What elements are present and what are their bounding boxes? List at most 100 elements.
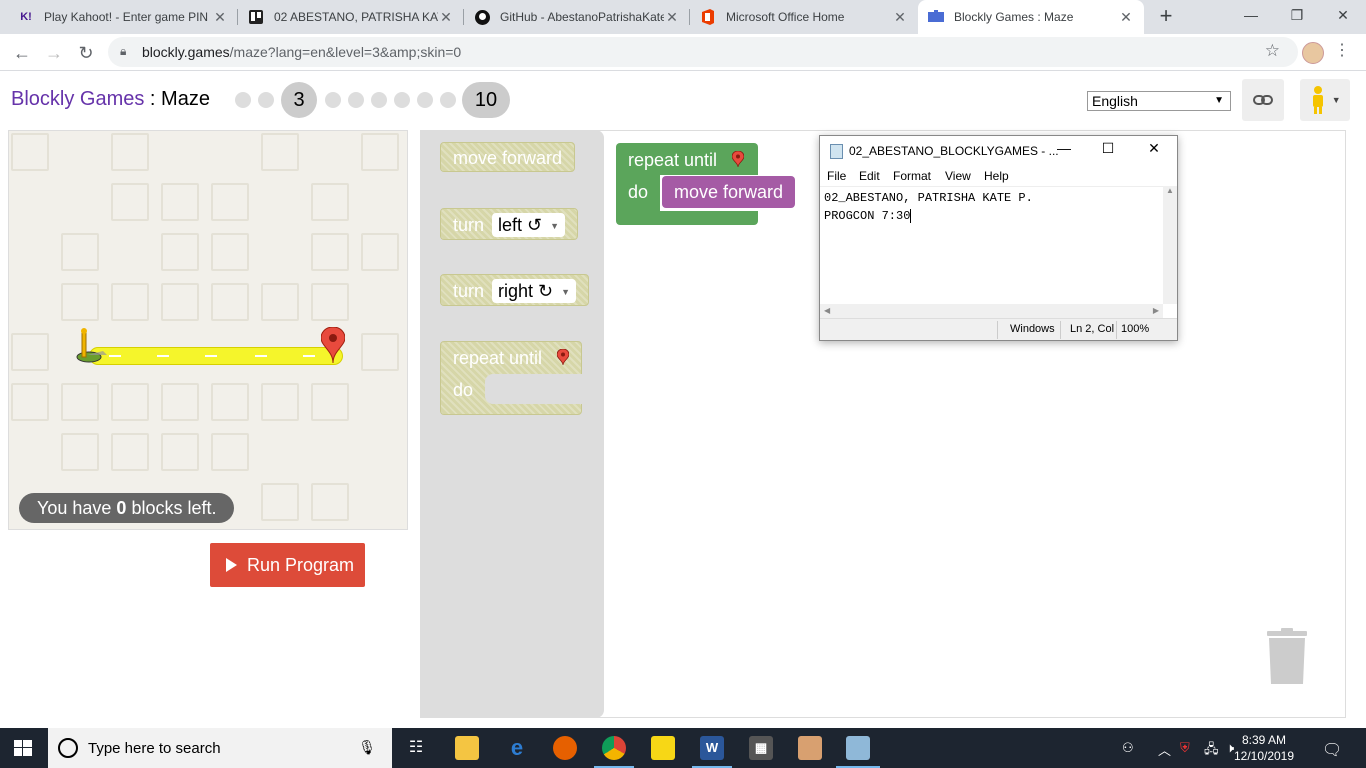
cortana-icon <box>58 738 78 758</box>
people-icon[interactable]: ⚇ <box>1122 740 1134 756</box>
security-alert-icon[interactable]: ⛨ <box>1180 740 1190 756</box>
file-explorer-icon[interactable] <box>455 736 479 760</box>
notepad-taskbar-icon[interactable] <box>846 736 870 760</box>
reload-button[interactable]: ↻ <box>72 39 100 67</box>
level-6-dot[interactable] <box>371 92 387 108</box>
bookmark-star-icon[interactable]: ☆ <box>1265 41 1280 61</box>
level-5-dot[interactable] <box>348 92 364 108</box>
maximize-button[interactable]: ☐ <box>1086 140 1130 157</box>
notepad-statusbar: Windows Ln 2, Col 100% <box>820 318 1177 340</box>
layers-app-icon[interactable] <box>798 736 822 760</box>
address-bar[interactable]: 🔒︎ blockly.games/maze?lang=en&level=3&am… <box>108 37 1298 67</box>
notepad-title: 02_ABESTANO_BLOCKLYGAMES - ... <box>849 144 1059 158</box>
url-text: blockly.games/maze?lang=en&level=3&amp;s… <box>142 44 462 60</box>
chevron-down-icon: ▼ <box>1214 95 1224 106</box>
game-name: Maze <box>161 88 210 110</box>
level-9-dot[interactable] <box>440 92 456 108</box>
close-icon[interactable]: ✕ <box>212 9 228 26</box>
close-icon[interactable]: ✕ <box>438 9 454 26</box>
trash-icon[interactable] <box>1266 628 1308 684</box>
notepad-titlebar[interactable]: 02_ABESTANO_BLOCKLYGAMES - ... — ☐ ✕ <box>820 136 1177 166</box>
tab-title: Microsoft Office Home <box>726 10 845 24</box>
minimize-button[interactable]: — <box>1042 140 1086 156</box>
tab-office[interactable]: Microsoft Office Home ✕ <box>690 0 918 34</box>
notepad-text-area[interactable]: 02_ABESTANO, PATRISHA KATE P. PROGCON 7:… <box>820 186 1163 304</box>
text-caret <box>910 208 912 223</box>
toolbox-turn-left-block[interactable]: turn left ↺ ▼ <box>440 208 579 240</box>
browser-toolbar: ← → ↻ 🔒︎ blockly.games/maze?lang=en&leve… <box>0 34 1366 71</box>
new-tab-button[interactable]: + <box>1154 4 1178 28</box>
taskbar-search-box[interactable]: Type here to search 🎙︎ <box>48 728 392 768</box>
play-icon <box>226 558 237 572</box>
close-icon[interactable]: ✕ <box>1118 9 1134 26</box>
pegman-skin-button[interactable]: ▼ <box>1300 79 1350 121</box>
tab-title: GitHub - AbestanoPatrishaKate <box>500 10 664 24</box>
menu-edit[interactable]: Edit <box>859 169 880 183</box>
program-move-forward-block[interactable]: move forward <box>662 176 796 208</box>
profile-avatar[interactable] <box>1302 42 1324 64</box>
level-8-dot[interactable] <box>417 92 433 108</box>
level-7-dot[interactable] <box>394 92 410 108</box>
goal-marker-icon <box>557 349 569 365</box>
chevron-down-icon: ▼ <box>561 287 571 298</box>
brand-link[interactable]: Blockly Games <box>11 88 144 110</box>
chevron-up-icon[interactable]: ︿ <box>1158 740 1171 759</box>
minimize-window-button[interactable]: — <box>1228 0 1274 30</box>
chrome-icon[interactable] <box>602 736 626 760</box>
status-line-ending: Windows <box>1010 323 1055 335</box>
edge-icon[interactable]: e <box>505 736 529 760</box>
browser-menu-icon[interactable]: ⋮ <box>1334 40 1350 60</box>
tab-kahoot[interactable]: K! Play Kahoot! - Enter game PIN ✕ <box>8 0 238 34</box>
goal-marker-icon <box>321 327 345 363</box>
level-2-dot[interactable] <box>258 92 274 108</box>
tab-blockly-maze[interactable]: Blockly Games : Maze ✕ <box>918 0 1144 34</box>
trello-icon <box>248 9 264 25</box>
menu-file[interactable]: File <box>827 169 846 183</box>
microphone-icon[interactable]: 🎙︎ <box>358 739 376 756</box>
close-icon[interactable]: ✕ <box>892 9 908 26</box>
pegman-icon <box>1313 85 1324 114</box>
windows-taskbar: Type here to search 🎙︎ ☷ e W ▦ ⚇ ︿ ⛨ 🖧︎ … <box>0 728 1366 768</box>
kahoot-icon: K! <box>20 11 32 23</box>
toolbox-move-forward-block[interactable]: move forward <box>440 142 576 172</box>
sticky-notes-icon[interactable] <box>651 736 675 760</box>
level-1-dot[interactable] <box>235 92 251 108</box>
calculator-icon[interactable]: ▦ <box>749 736 773 760</box>
do-slot <box>485 374 583 404</box>
menu-format[interactable]: Format <box>893 169 931 183</box>
network-icon[interactable]: 🖧︎ <box>1204 740 1219 762</box>
link-button[interactable] <box>1242 79 1284 121</box>
close-button[interactable]: ✕ <box>1132 140 1176 157</box>
direction-dropdown[interactable]: right ↻ ▼ <box>492 279 577 303</box>
level-4-dot[interactable] <box>325 92 341 108</box>
restore-window-button[interactable]: ❐ <box>1274 0 1320 30</box>
toolbox-repeat-until-block[interactable]: repeat until do <box>440 341 583 415</box>
level-10-badge[interactable]: 10 <box>462 82 510 118</box>
back-button[interactable]: ← <box>8 39 36 67</box>
windows-start-icon[interactable] <box>14 740 32 756</box>
tab-title: Blockly Games : Maze <box>954 10 1074 24</box>
vertical-scrollbar[interactable]: ▲ <box>1163 186 1177 304</box>
current-level-badge[interactable]: 3 <box>281 82 317 118</box>
run-program-button[interactable]: Run Program <box>210 543 365 587</box>
task-view-icon[interactable]: ☷ <box>404 736 428 760</box>
notifications-icon[interactable]: 🗨︎ <box>1322 740 1342 760</box>
firefox-icon[interactable] <box>553 736 577 760</box>
blocks-left-notice: You have 0 blocks left. <box>19 493 235 523</box>
tab-trello[interactable]: 02 ABESTANO, PATRISHA KATE ✕ <box>238 0 464 34</box>
forward-button[interactable]: → <box>40 39 68 67</box>
direction-dropdown[interactable]: left ↺ ▼ <box>492 213 566 237</box>
tab-github[interactable]: GitHub - AbestanoPatrishaKate ✕ <box>464 0 690 34</box>
close-window-button[interactable]: ✕ <box>1320 0 1366 30</box>
word-icon[interactable]: W <box>700 736 724 760</box>
maze-canvas: You have 0 blocks left. <box>8 130 408 530</box>
start-marker-icon <box>76 328 107 363</box>
menu-view[interactable]: View <box>945 169 971 183</box>
language-select[interactable]: English ▼ <box>1087 91 1231 111</box>
office-icon <box>700 9 716 25</box>
taskbar-clock[interactable]: 8:39 AM 12/10/2019 <box>1232 732 1296 764</box>
menu-help[interactable]: Help <box>984 169 1009 183</box>
toolbox-turn-right-block[interactable]: turn right ↻ ▼ <box>440 274 590 306</box>
close-icon[interactable]: ✕ <box>664 9 680 26</box>
horizontal-scrollbar[interactable]: ◀ ▶ <box>820 304 1163 318</box>
